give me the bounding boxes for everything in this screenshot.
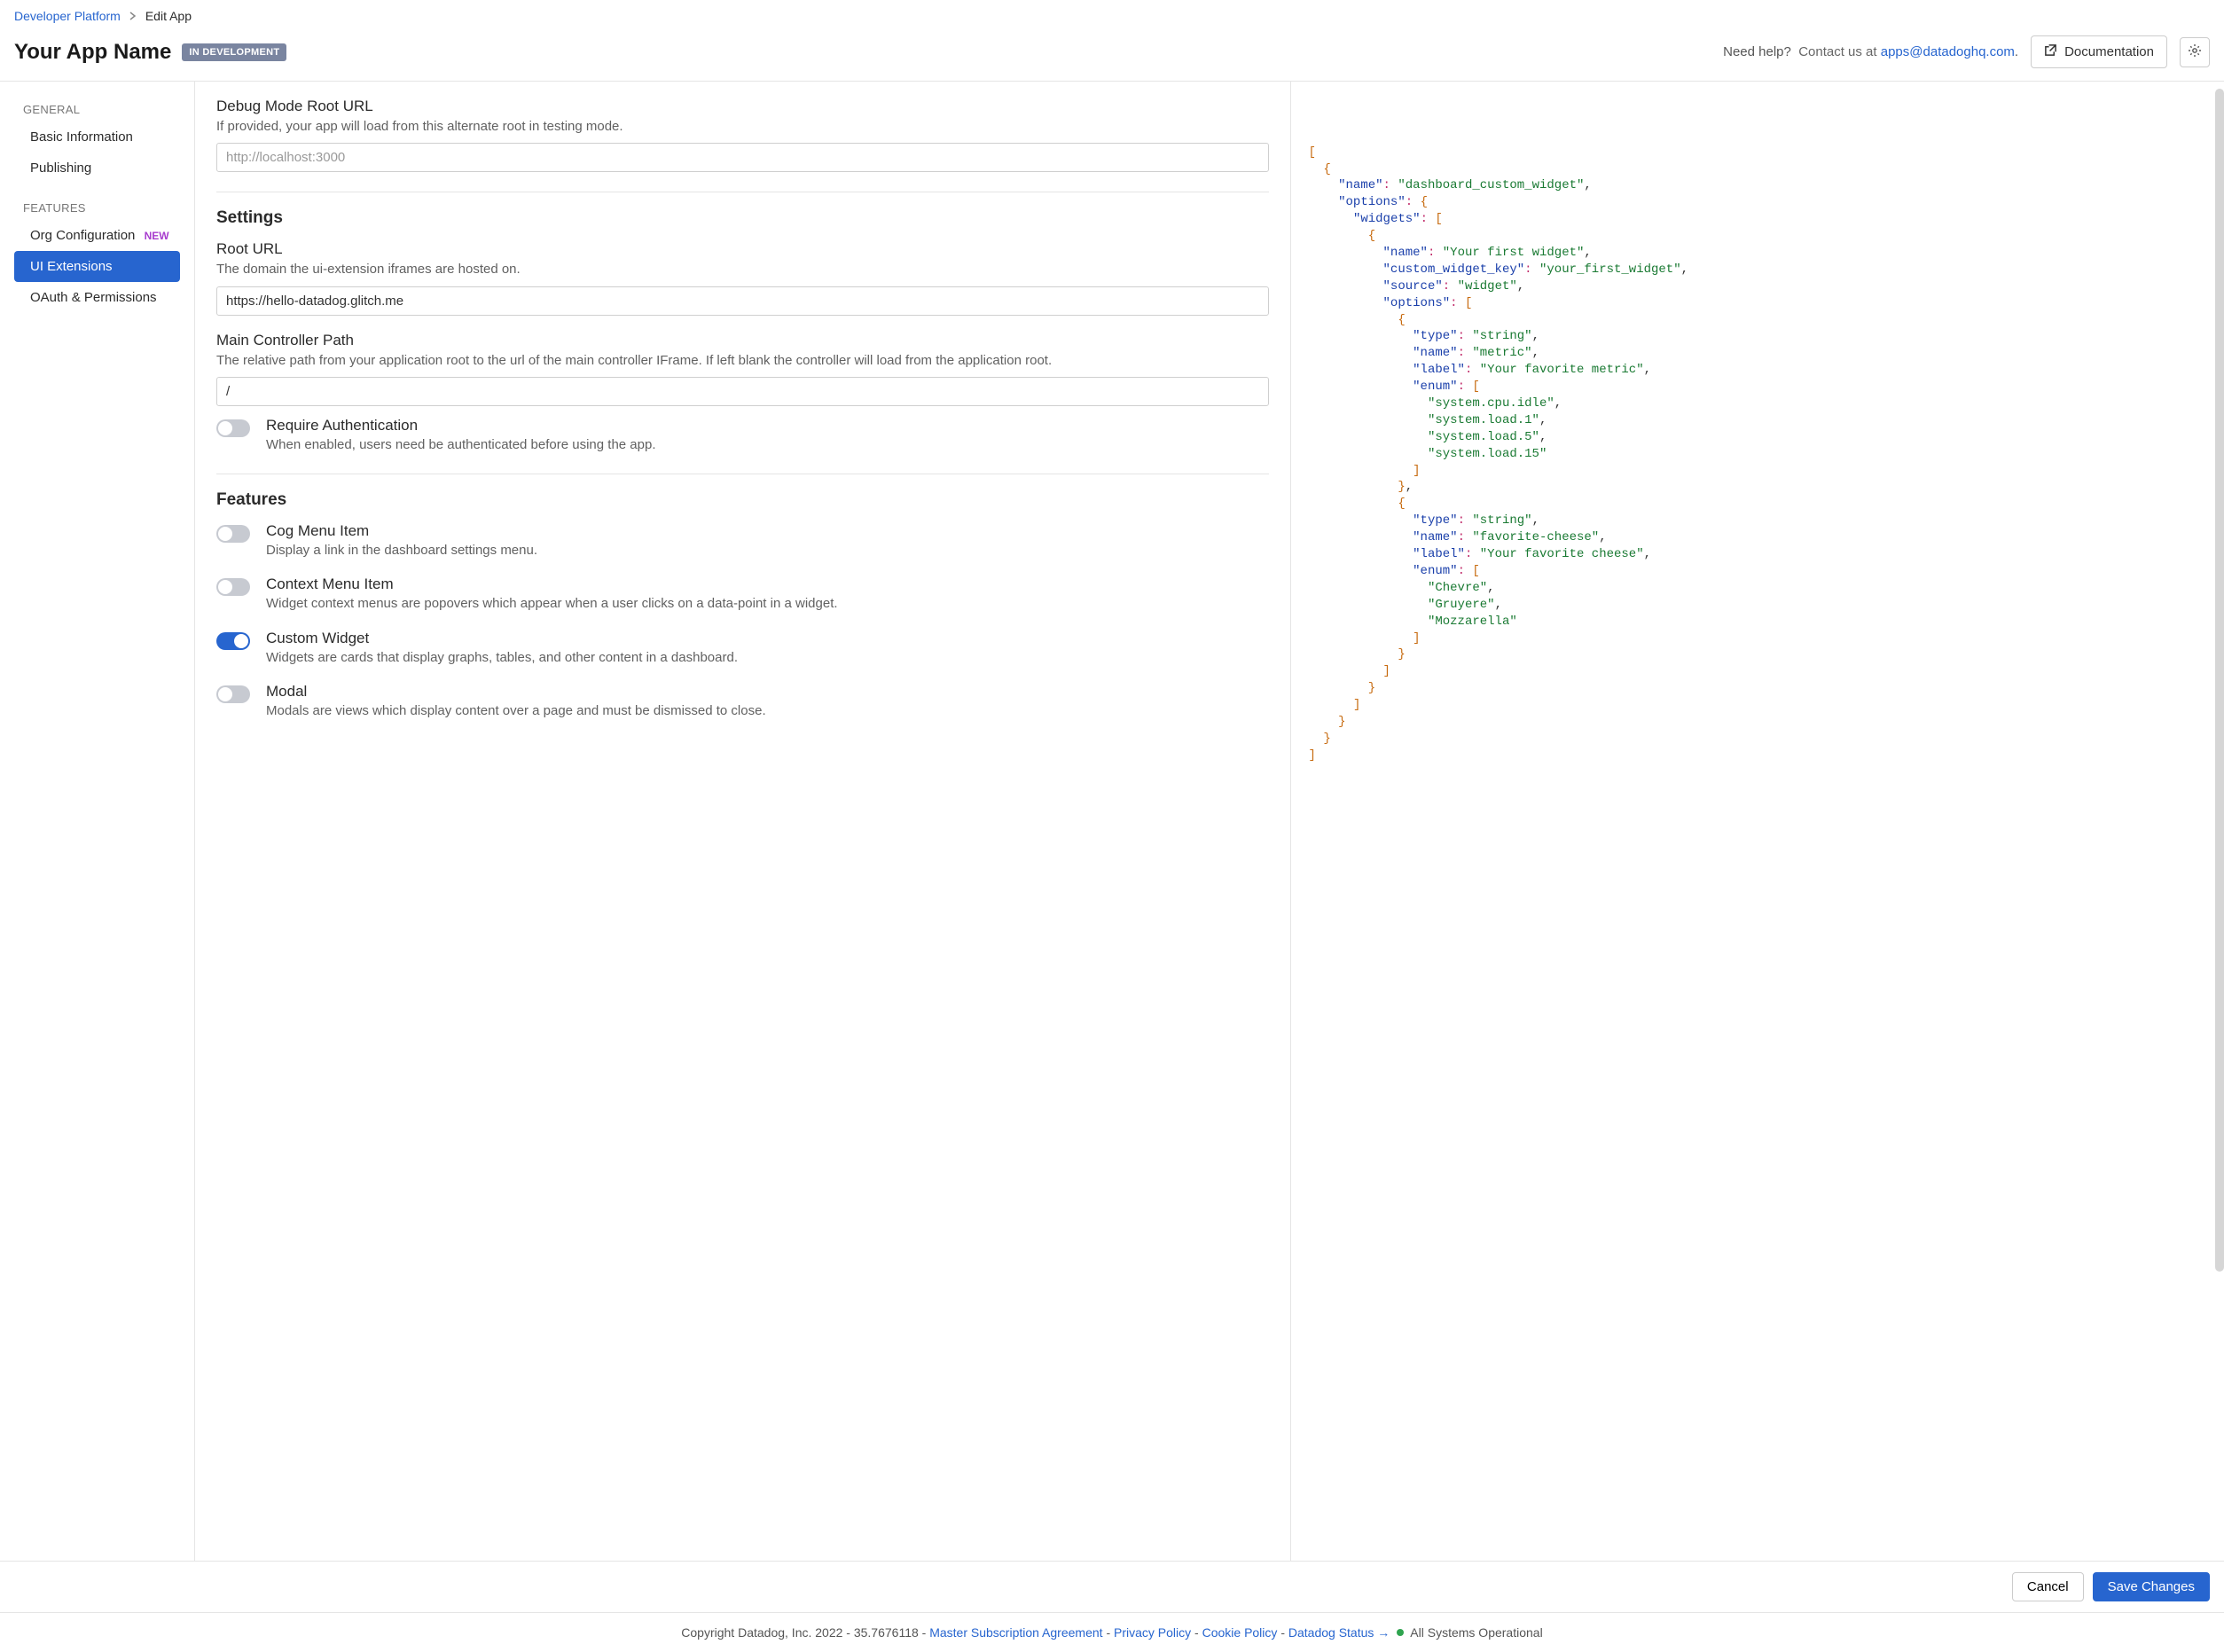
sidebar-item-publishing[interactable]: Publishing (0, 153, 194, 184)
new-badge: NEW (145, 230, 169, 242)
feature-desc: Widget context menus are popovers which … (266, 595, 838, 613)
page-title: Your App Name (14, 40, 171, 65)
privacy-link[interactable]: Privacy Policy (1114, 1625, 1191, 1640)
sidebar-item-oauth-permissions[interactable]: OAuth & Permissions (0, 282, 194, 313)
debug-url-desc: If provided, your app will load from thi… (216, 118, 1269, 136)
feature-title: Modal (266, 683, 766, 701)
help-text: Need help? Contact us at apps@datadoghq.… (1723, 44, 2018, 59)
breadcrumb-root[interactable]: Developer Platform (14, 9, 121, 23)
controller-path-desc: The relative path from your application … (216, 352, 1269, 370)
help-email-link[interactable]: apps@datadoghq.com (1881, 44, 2015, 59)
controller-path-input[interactable] (216, 377, 1269, 406)
documentation-button[interactable]: Documentation (2031, 35, 2167, 68)
sidebar-item-ui-extensions[interactable]: UI Extensions (14, 251, 180, 282)
debug-url-input[interactable] (216, 143, 1269, 172)
sidebar-section-features: FEATURES (0, 196, 194, 220)
settings-heading: Settings (216, 208, 1269, 228)
sidebar-item-basic-information[interactable]: Basic Information (0, 121, 194, 153)
feature-toggle-0[interactable] (216, 525, 250, 543)
chevron-right-icon (129, 9, 137, 23)
settings-button[interactable] (2180, 37, 2210, 67)
require-auth-label: Require Authentication (266, 417, 656, 435)
cookie-link[interactable]: Cookie Policy (1202, 1625, 1278, 1640)
debug-url-label: Debug Mode Root URL (216, 98, 1269, 115)
require-auth-desc: When enabled, users need be authenticate… (266, 436, 656, 454)
save-button[interactable]: Save Changes (2093, 1572, 2210, 1601)
gear-icon (2188, 43, 2202, 60)
require-auth-toggle[interactable] (216, 419, 250, 437)
form-pane: Debug Mode Root URL If provided, your ap… (195, 82, 1291, 1561)
footer-legal: Copyright Datadog, Inc. 2022 - 35.767611… (0, 1612, 2224, 1652)
feature-title: Context Menu Item (266, 575, 838, 593)
features-heading: Features (216, 490, 1269, 510)
feature-title: Cog Menu Item (266, 522, 537, 540)
root-url-desc: The domain the ui-extension iframes are … (216, 261, 1269, 278)
scrollbar-thumb[interactable] (2215, 89, 2224, 1272)
feature-title: Custom Widget (266, 630, 738, 647)
feature-desc: Widgets are cards that display graphs, t… (266, 649, 738, 667)
controller-path-label: Main Controller Path (216, 332, 1269, 349)
sidebar-section-general: GENERAL (0, 98, 194, 121)
root-url-input[interactable] (216, 286, 1269, 316)
feature-toggle-2[interactable] (216, 632, 250, 650)
cancel-button[interactable]: Cancel (2012, 1572, 2084, 1601)
feature-toggle-1[interactable] (216, 578, 250, 596)
msa-link[interactable]: Master Subscription Agreement (929, 1625, 1102, 1640)
code-preview-pane: [ { "name": "dashboard_custom_widget", "… (1291, 82, 2224, 1561)
status-link[interactable]: Datadog Status (1288, 1625, 1374, 1640)
sidebar: GENERAL Basic Information Publishing FEA… (0, 82, 195, 1561)
root-url-label: Root URL (216, 240, 1269, 258)
breadcrumb: Developer Platform Edit App (14, 9, 2210, 23)
breadcrumb-current: Edit App (145, 9, 192, 23)
external-link-icon (2044, 43, 2057, 60)
feature-toggle-3[interactable] (216, 685, 250, 703)
feature-desc: Modals are views which display content o… (266, 702, 766, 720)
sidebar-item-org-configuration[interactable]: Org Configuration NEW (0, 220, 194, 251)
status-badge: IN DEVELOPMENT (182, 43, 286, 61)
feature-desc: Display a link in the dashboard settings… (266, 542, 537, 560)
status-dot-icon (1397, 1629, 1404, 1636)
